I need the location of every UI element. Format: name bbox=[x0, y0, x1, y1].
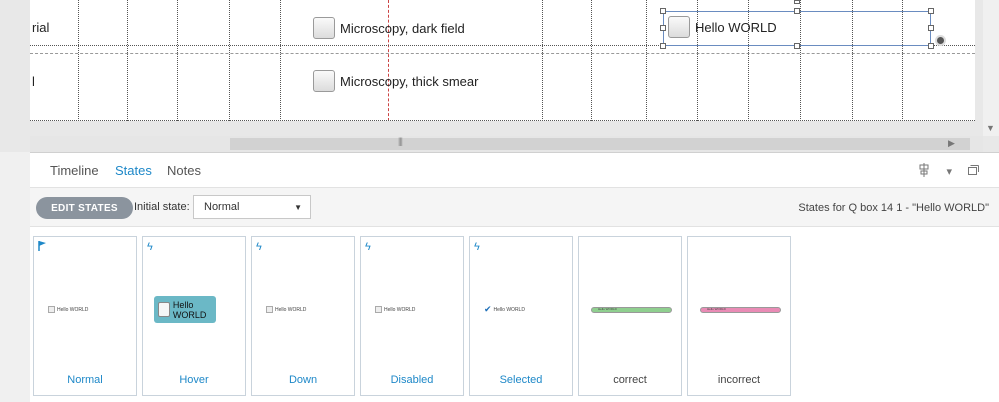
preview-label: Hello WORLD bbox=[384, 306, 416, 313]
initial-state-label: Initial state: bbox=[134, 201, 190, 213]
panel-controls: ▾ bbox=[918, 163, 979, 180]
lightning-icon: ϟ bbox=[365, 241, 371, 253]
guide-line bbox=[30, 120, 975, 121]
guide-line bbox=[542, 0, 543, 121]
preview-label: Hello WORLD bbox=[172, 299, 207, 320]
state-card-hover[interactable]: ϟ Hello WORLD Hover bbox=[142, 236, 246, 396]
guide-line bbox=[229, 0, 230, 121]
state-card-selected[interactable]: ϟ ✔ Hello WORLD Selected bbox=[469, 236, 573, 396]
preview-label: Hello WORLD bbox=[707, 307, 726, 311]
scrollbar-thumb[interactable] bbox=[230, 138, 970, 150]
slide-canvas-area: rial Microscopy, dark field l Microscopy… bbox=[0, 0, 999, 152]
checkbox-thick-smear[interactable]: Microscopy, thick smear bbox=[313, 70, 478, 92]
state-card-correct[interactable]: Hello WORLD correct bbox=[578, 236, 682, 396]
guide-line bbox=[591, 0, 592, 121]
state-preview: ✔ Hello WORLD bbox=[484, 304, 525, 314]
state-preview: Hello WORLD bbox=[266, 306, 306, 313]
state-label: incorrect bbox=[717, 374, 761, 386]
lightning-icon: ϟ bbox=[474, 241, 480, 253]
chevron-down-icon: ▼ bbox=[294, 203, 302, 212]
tab-notes[interactable]: Notes bbox=[167, 163, 201, 178]
preview-label: Hello WORLD bbox=[57, 306, 89, 313]
state-card-incorrect[interactable]: Hello WORLD incorrect bbox=[687, 236, 791, 396]
state-card-disabled[interactable]: ϟ Hello WORLD Disabled bbox=[360, 236, 464, 396]
state-preview: Hello WORLD bbox=[48, 306, 88, 313]
state-card-down[interactable]: ϟ Hello WORLD Down bbox=[251, 236, 355, 396]
checkbox-icon bbox=[266, 306, 273, 313]
initial-state-value: Normal bbox=[204, 201, 240, 213]
scrollbar-grip-icon: ||| bbox=[398, 136, 403, 146]
resize-handle[interactable] bbox=[928, 25, 934, 31]
state-label: Hover bbox=[179, 374, 209, 386]
row-label: rial bbox=[32, 20, 50, 35]
states-for-caption: States for Q box 14 1 - "Hello WORLD" bbox=[798, 202, 989, 214]
states-panel: Timeline States Notes ▾ EDIT STATES Init… bbox=[30, 152, 999, 402]
guide-line bbox=[78, 0, 79, 121]
guide-line bbox=[177, 0, 178, 121]
resize-handle[interactable] bbox=[660, 8, 666, 14]
lightning-icon: ϟ bbox=[147, 241, 153, 253]
checkbox-icon bbox=[313, 70, 335, 92]
selected-object-frame[interactable]: Hello WORLD bbox=[663, 11, 931, 46]
checkbox-label: Microscopy, dark field bbox=[340, 20, 465, 36]
checkbox-icon bbox=[668, 16, 690, 38]
guide-line bbox=[30, 53, 975, 54]
state-label: Down bbox=[288, 374, 318, 386]
state-preview: Hello WORLD bbox=[375, 306, 415, 313]
pin-icon[interactable] bbox=[918, 163, 930, 180]
states-toolbar: EDIT STATES Initial state: Normal ▼ Stat… bbox=[30, 187, 999, 227]
checkbox-icon bbox=[313, 17, 335, 39]
guide-line bbox=[646, 0, 647, 121]
preview-label: Hello WORLD bbox=[493, 306, 525, 313]
checkbox-label: Microscopy, thick smear bbox=[340, 73, 479, 89]
resize-handle[interactable] bbox=[794, 0, 800, 4]
slide-canvas[interactable]: rial Microscopy, dark field l Microscopy… bbox=[30, 0, 975, 121]
rotate-handle-icon[interactable] bbox=[935, 35, 946, 46]
checkbox-icon bbox=[158, 302, 170, 317]
checkbox-icon bbox=[375, 306, 382, 313]
scroll-down-arrow-icon[interactable]: ▼ bbox=[986, 123, 995, 133]
horizontal-scrollbar[interactable]: ||| ▶ bbox=[30, 136, 983, 152]
checkbox-icon bbox=[48, 306, 55, 313]
resize-handle[interactable] bbox=[928, 43, 934, 49]
preview-label: Hello WORLD bbox=[598, 307, 617, 311]
state-preview: Hello WORLD bbox=[700, 307, 781, 313]
resize-handle[interactable] bbox=[928, 8, 934, 14]
checkbox-dark-field[interactable]: Microscopy, dark field bbox=[313, 17, 465, 39]
resize-handle[interactable] bbox=[794, 8, 800, 14]
tab-timeline[interactable]: Timeline bbox=[50, 163, 99, 178]
checkbox-label: Hello WORLD bbox=[695, 19, 777, 35]
state-label: correct bbox=[613, 374, 647, 386]
guide-line bbox=[127, 0, 128, 121]
state-card-normal[interactable]: Hello WORLD Normal bbox=[33, 236, 137, 396]
initial-state-select[interactable]: Normal ▼ bbox=[193, 195, 311, 219]
dropdown-arrow-icon[interactable]: ▾ bbox=[946, 165, 952, 178]
vertical-scrollbar[interactable]: ▼ bbox=[983, 0, 999, 136]
row-label: l bbox=[32, 74, 35, 89]
state-label: Selected bbox=[499, 374, 543, 386]
state-label: Normal bbox=[67, 374, 103, 386]
state-preview: Hello WORLD bbox=[591, 307, 672, 313]
scroll-right-arrow-icon[interactable]: ▶ bbox=[948, 138, 955, 149]
lightning-icon: ϟ bbox=[256, 241, 262, 253]
checkbox-hello-world[interactable]: Hello WORLD bbox=[668, 16, 777, 38]
checkmark-icon: ✔ bbox=[484, 304, 492, 314]
tab-states[interactable]: States bbox=[115, 163, 152, 178]
restore-window-icon[interactable] bbox=[968, 165, 979, 178]
guide-line bbox=[280, 0, 281, 121]
resize-handle[interactable] bbox=[660, 43, 666, 49]
resize-handle[interactable] bbox=[660, 25, 666, 31]
left-gutter bbox=[0, 152, 30, 402]
preview-label: Hello WORLD bbox=[275, 306, 307, 313]
state-preview: Hello WORLD bbox=[154, 296, 216, 323]
edit-states-button[interactable]: EDIT STATES bbox=[36, 197, 133, 219]
resize-handle[interactable] bbox=[794, 43, 800, 49]
state-label: Disabled bbox=[390, 374, 434, 386]
flag-icon bbox=[38, 241, 47, 254]
